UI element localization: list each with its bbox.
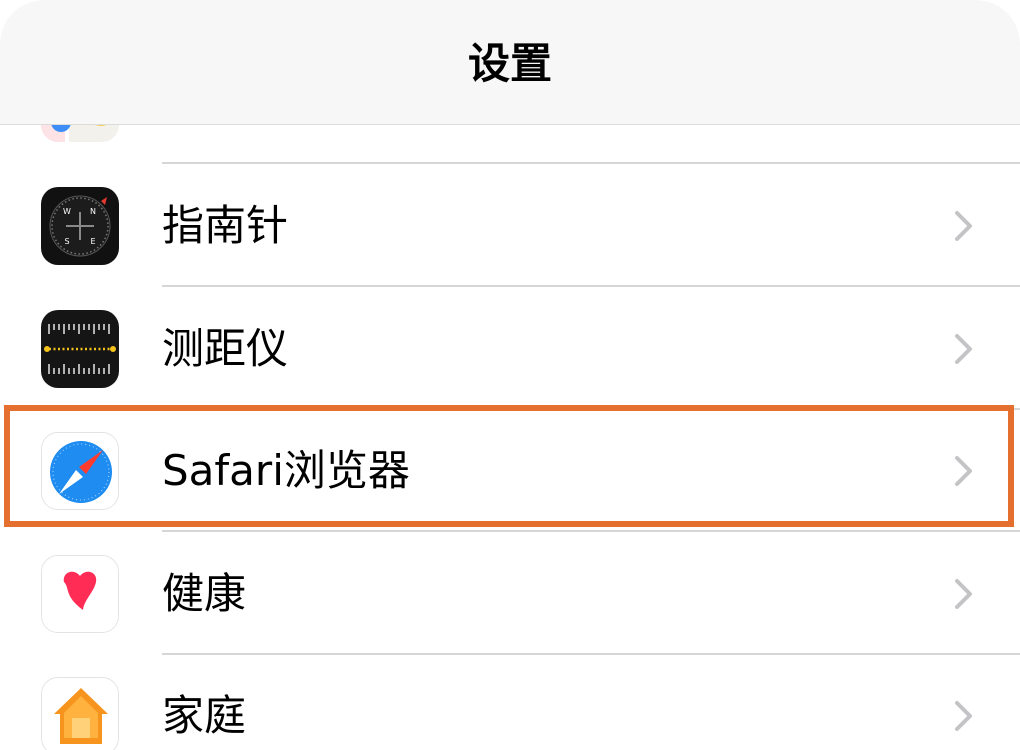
settings-row-health[interactable]: 健康 [0, 533, 1020, 655]
settings-row-safari[interactable]: Safari浏览器 [0, 410, 1020, 532]
chevron-right-icon [955, 211, 972, 241]
safari-icon [41, 432, 119, 510]
compass-icon: N W S E [41, 187, 119, 265]
settings-row-label: 家庭 [162, 691, 247, 740]
settings-row-measure[interactable]: 测距仪 [0, 288, 1020, 410]
chevron-right-icon [955, 579, 972, 609]
chevron-right-icon [955, 456, 972, 486]
settings-row-label: Safari浏览器 [162, 446, 410, 495]
home-icon [41, 677, 119, 750]
settings-screen: 280 N W S E [0, 0, 1020, 750]
settings-row-label: 指南针 [162, 201, 289, 250]
svg-text:W: W [63, 207, 71, 216]
settings-row-home[interactable]: 家庭 [0, 655, 1020, 750]
row-separator [162, 285, 1020, 287]
chevron-right-icon [955, 701, 972, 731]
svg-text:E: E [90, 237, 95, 246]
measure-icon [41, 310, 119, 388]
navigation-bar: 设置 [0, 0, 1020, 125]
chevron-right-icon [955, 334, 972, 364]
settings-row-compass[interactable]: N W S E 指南针 [0, 165, 1020, 287]
svg-text:N: N [90, 207, 96, 216]
page-title: 设置 [467, 39, 552, 88]
settings-row-label: 测距仪 [162, 324, 289, 373]
settings-row-label: 健康 [162, 569, 247, 618]
row-separator [162, 162, 1020, 164]
health-icon [41, 555, 119, 633]
svg-text:S: S [64, 237, 69, 246]
row-separator [162, 530, 1020, 532]
